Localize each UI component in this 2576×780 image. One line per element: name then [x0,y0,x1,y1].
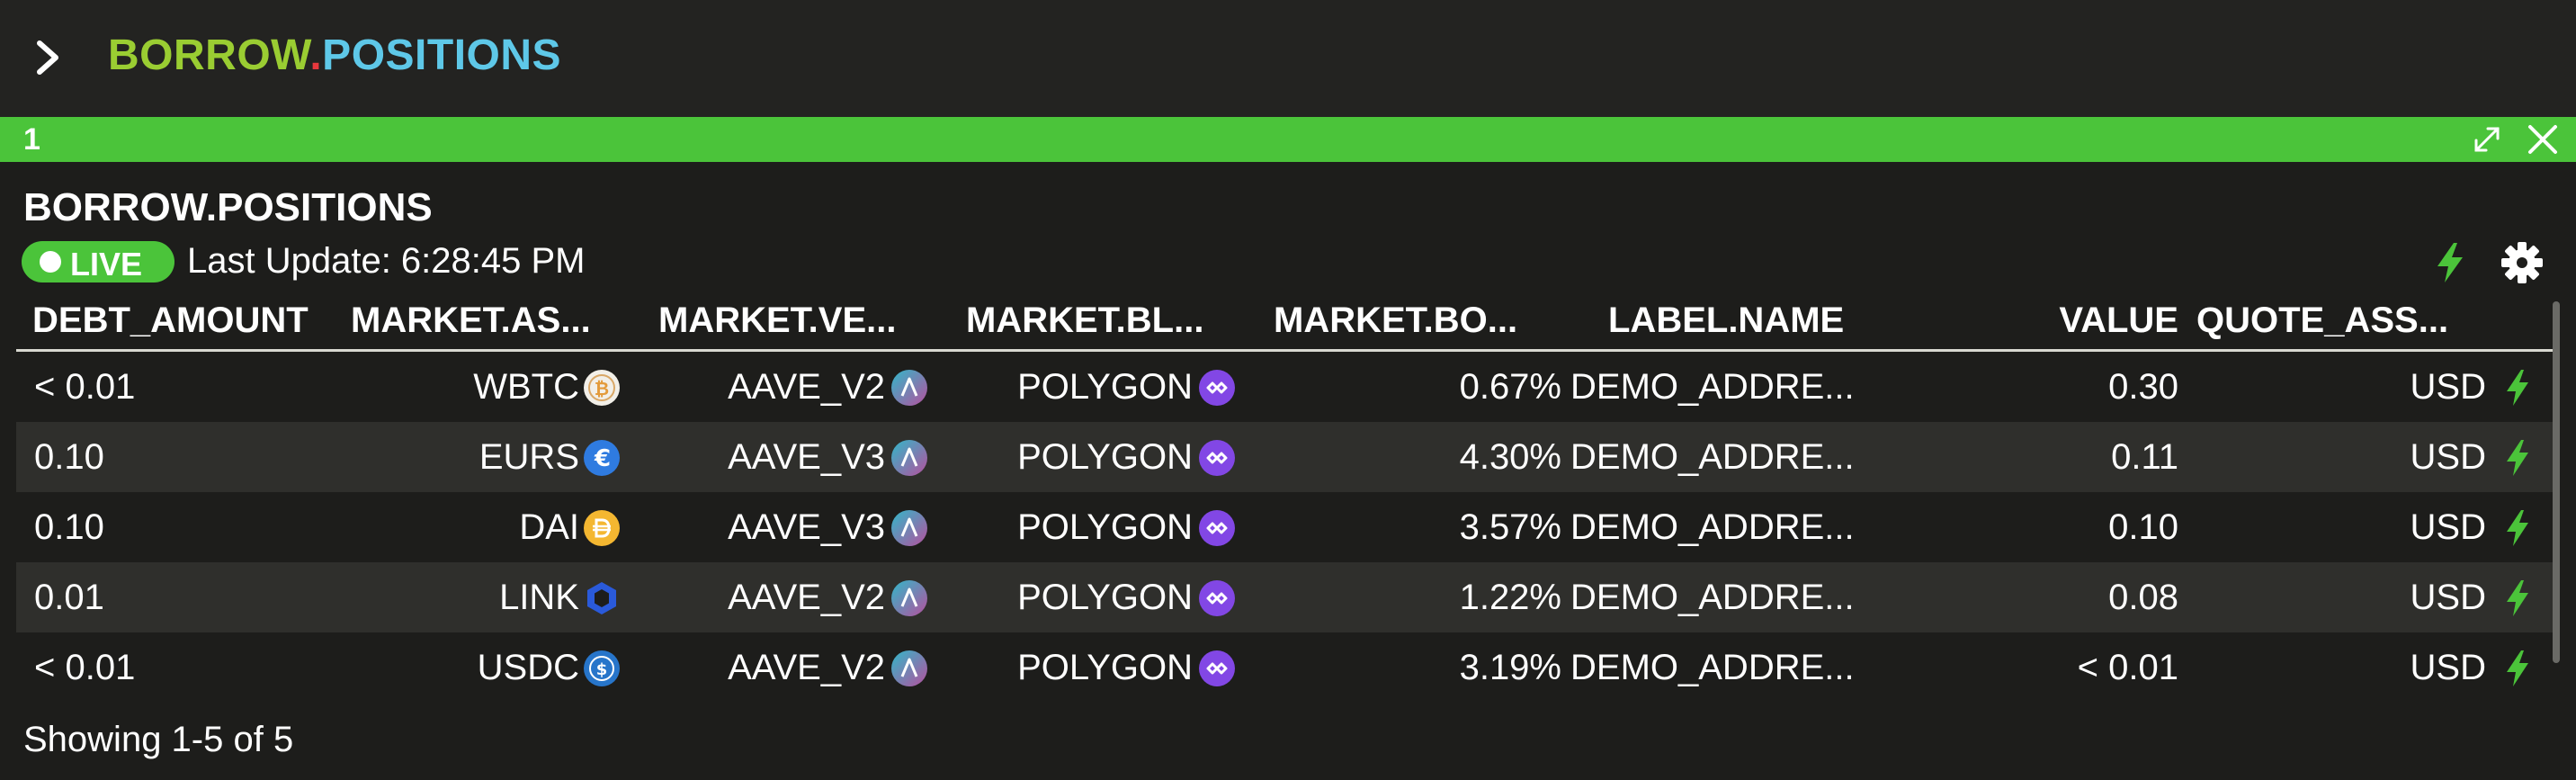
app-title-part2: POSITIONS [322,31,562,79]
debt-amount-cell: < 0.01 [34,648,136,687]
debt-amount-cell: 0.01 [34,578,104,617]
lightning-bolt-icon[interactable] [2504,368,2531,408]
live-label: LIVE [70,246,143,282]
table-row[interactable]: 0.10 EURS € AAVE_V3 POLYGON 4.30% DEMO_A… [16,422,2553,492]
polygon-logo-icon [1199,370,1235,406]
dai-coin-icon [584,510,620,546]
aave-logo-icon [891,510,927,546]
lightning-bolt-icon[interactable] [2504,438,2531,478]
market-borrow-cell: 4.30% [1459,437,1561,477]
eurs-coin-icon: € [584,440,620,476]
lightning-bolt-icon[interactable] [2504,649,2531,688]
column-header-quote-asset[interactable]: QUOTE_ASS... [2196,300,2448,341]
table-row[interactable]: < 0.01 USDC $ AAVE_V2 POLYGON 3.19% DEMO… [16,632,2553,703]
market-venue-cell: AAVE_V3 [728,437,885,477]
column-header-market-venue[interactable]: MARKET.VE... [658,300,896,341]
market-venue-cell: AAVE_V2 [728,578,885,617]
market-asset-cell: USDC [477,648,579,687]
aave-logo-icon [891,370,927,406]
debt-amount-cell: 0.10 [34,437,104,477]
market-blockchain-cell: POLYGON [1017,507,1193,547]
app-title-part1: BORROW [108,31,310,79]
vertical-scrollbar[interactable] [2553,301,2560,663]
gear-icon[interactable] [2500,241,2544,284]
label-name-cell: DEMO_ADDRE... [1570,367,1855,407]
lightning-bolt-icon[interactable] [2504,508,2531,548]
aave-logo-icon [891,580,927,616]
label-name-cell: DEMO_ADDRE... [1570,437,1855,477]
svg-text:€: € [594,445,611,472]
panel-number: 1 [23,122,40,157]
table-row[interactable]: 0.10 DAI AAVE_V3 POLYGON 3.57% DEMO_ADDR… [16,492,2553,562]
table-row[interactable]: < 0.01 WBTC ₿ AAVE_V2 POLYGON 0.67% DEMO… [16,352,2553,422]
positions-table: DEBT_AMOUNT MARKET.AS... MARKET.VE... MA… [16,297,2553,687]
last-update-text: Last Update: 6:28:45 PM [187,241,586,281]
market-blockchain-cell: POLYGON [1017,578,1193,617]
market-venue-cell: AAVE_V2 [728,648,885,687]
market-borrow-cell: 1.22% [1459,578,1561,617]
column-header-label-name[interactable]: LABEL.NAME [1608,300,1844,341]
chevron-right-icon[interactable] [31,38,67,77]
label-name-cell: DEMO_ADDRE... [1570,578,1855,617]
debt-amount-cell: 0.10 [34,507,104,547]
panel-header: 1 [0,117,2576,162]
market-blockchain-cell: POLYGON [1017,648,1193,687]
market-blockchain-cell: POLYGON [1017,437,1193,477]
app-title-dot: . [309,31,323,79]
value-cell: 0.11 [2111,437,2178,477]
quote-asset-cell: USD [2410,578,2486,617]
market-borrow-cell: 3.19% [1459,648,1561,687]
label-name-cell: DEMO_ADDRE... [1570,507,1855,547]
expand-icon[interactable] [2472,124,2502,155]
market-venue-cell: AAVE_V3 [728,507,885,547]
svg-text:₿: ₿ [595,378,609,399]
link-coin-icon [587,582,616,614]
svg-text:$: $ [596,660,608,679]
close-icon[interactable] [2526,122,2560,157]
polygon-logo-icon [1199,580,1235,616]
market-asset-cell: DAI [519,507,579,547]
value-cell: 0.30 [2108,367,2178,407]
table-body: < 0.01 WBTC ₿ AAVE_V2 POLYGON 0.67% DEMO… [16,352,2553,710]
debt-amount-cell: < 0.01 [34,367,136,407]
value-cell: < 0.01 [2077,648,2178,687]
lightning-bolt-icon[interactable] [2504,578,2531,618]
market-asset-cell: LINK [499,578,579,617]
polygon-logo-icon [1199,650,1235,686]
top-bar: BORROW.POSITIONS [0,0,2576,117]
aave-logo-icon [891,440,927,476]
widget-title: BORROW.POSITIONS [23,185,433,229]
widget-content: BORROW.POSITIONS LIVE Last Update: 6:28:… [0,162,2576,780]
quote-asset-cell: USD [2410,437,2486,477]
value-cell: 0.08 [2108,578,2178,617]
table-header: DEBT_AMOUNT MARKET.AS... MARKET.VE... MA… [16,297,2553,352]
market-borrow-cell: 3.57% [1459,507,1561,547]
wbtc-coin-icon: ₿ [584,370,620,406]
column-header-debt-amount[interactable]: DEBT_AMOUNT [32,300,309,341]
usdc-coin-icon: $ [584,650,620,686]
column-header-value[interactable]: VALUE [2059,300,2178,341]
quote-asset-cell: USD [2410,367,2486,407]
polygon-logo-icon [1199,440,1235,476]
app-title: BORROW.POSITIONS [108,31,561,80]
market-asset-cell: EURS [479,437,579,477]
aave-logo-icon [891,650,927,686]
live-indicator-dot [40,251,61,273]
lightning-bolt-icon[interactable] [2434,241,2466,284]
live-badge[interactable]: LIVE [22,241,174,282]
value-cell: 0.10 [2108,507,2178,547]
polygon-logo-icon [1199,510,1235,546]
pagination-summary: Showing 1-5 of 5 [23,720,294,759]
market-blockchain-cell: POLYGON [1017,367,1193,407]
market-borrow-cell: 0.67% [1459,367,1561,407]
market-venue-cell: AAVE_V2 [728,367,885,407]
quote-asset-cell: USD [2410,507,2486,547]
market-asset-cell: WBTC [473,367,579,407]
column-header-market-blockchain[interactable]: MARKET.BL... [966,300,1203,341]
table-row[interactable]: 0.01 LINK AAVE_V2 POLYGON 1.22% DEMO_ADD… [16,562,2553,632]
label-name-cell: DEMO_ADDRE... [1570,648,1855,687]
quote-asset-cell: USD [2410,648,2486,687]
column-header-market-borrow[interactable]: MARKET.BO... [1274,300,1517,341]
column-header-market-asset[interactable]: MARKET.AS... [351,300,591,341]
